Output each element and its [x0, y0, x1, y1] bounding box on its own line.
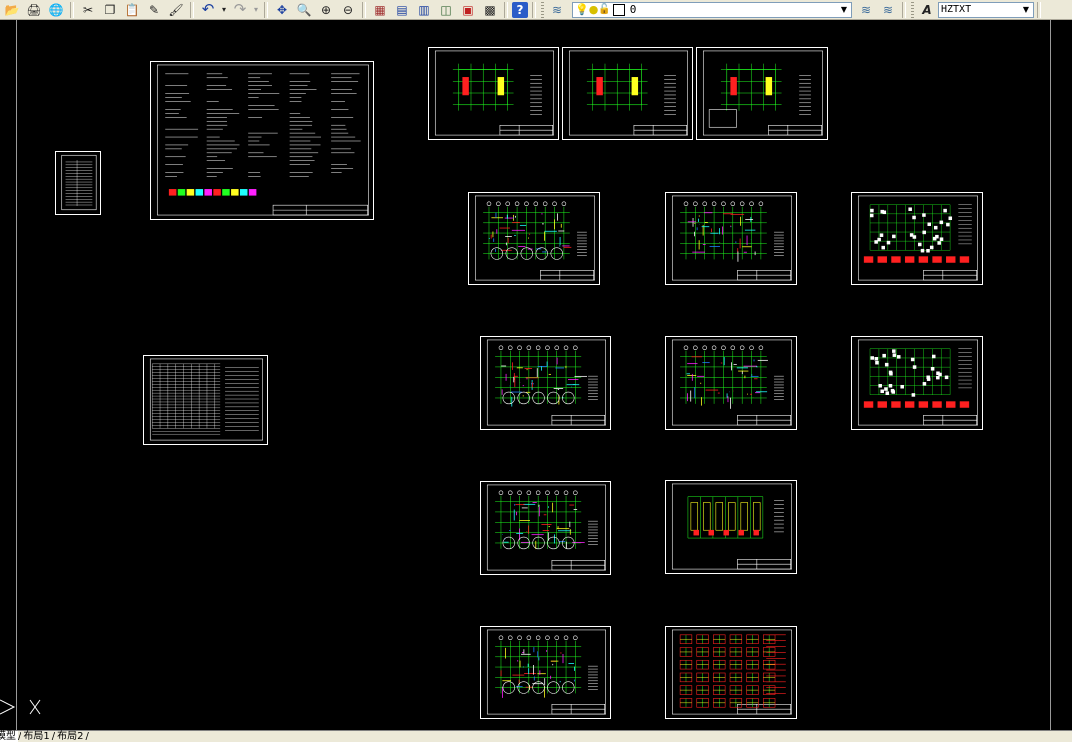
layer-previous-icon[interactable]: ≋ [878, 1, 898, 19]
drawing-sheet-table[interactable] [143, 355, 268, 445]
sheet-drawing [434, 50, 554, 136]
zoom-realtime-icon[interactable]: 🔍 [294, 1, 314, 19]
toolbar-grip[interactable] [541, 1, 544, 18]
sheet-drawing [671, 629, 792, 715]
copy-icon[interactable]: ❐ [100, 1, 120, 19]
toolbar-separator [264, 1, 268, 18]
zoom-previous-icon[interactable]: ⊖ [338, 1, 358, 19]
sheet-drawing [702, 50, 823, 136]
markup-icon[interactable]: ▣ [458, 1, 478, 19]
chevron-down-icon[interactable]: ▼ [839, 5, 849, 14]
toolbar-separator [902, 1, 906, 18]
toolbar-separator [1037, 1, 1041, 18]
sheet-set-icon[interactable]: ◫ [436, 1, 456, 19]
text-style-dropdown[interactable]: HZTXT ▼ [938, 1, 1034, 18]
color-swatch [612, 3, 625, 16]
viewport-left-border [16, 20, 17, 730]
standard-toolbar: 📂 🖨 🌐 ✂ ❐ 📋 ✎ 🖌 ↶ ▾ ↷ ▾ ✥ 🔍 ⊕ ⊖ ▦ ▤ ▥ ◫ … [0, 0, 1072, 20]
sheet-drawing [568, 50, 688, 136]
drawing-sheet-beam-plan[interactable] [665, 480, 797, 574]
drawing-sheet-floor-plan-1[interactable] [468, 192, 600, 285]
toolbar-separator [362, 1, 366, 18]
sheet-drawing [486, 339, 606, 426]
drawing-sheet-column-layout-2[interactable] [851, 336, 983, 430]
drawing-sheet-column-layout-1[interactable] [851, 192, 983, 285]
sheet-drawing [671, 339, 792, 426]
toolbar-grip[interactable] [911, 1, 914, 18]
lightbulb-on-icon: 💡 [575, 3, 589, 16]
sheet-drawing [857, 195, 978, 281]
redo-dropdown-icon[interactable]: ▾ [252, 1, 260, 19]
chevron-down-icon[interactable]: ▼ [1021, 5, 1031, 14]
brush-icon[interactable]: 🖌 [166, 1, 186, 19]
sheet-drawing [671, 195, 792, 281]
drawing-sheet-index[interactable] [55, 151, 101, 215]
properties-icon[interactable]: ▦ [370, 1, 390, 19]
toolbar-separator [70, 1, 74, 18]
toolbar-separator [190, 1, 194, 18]
drawing-sheet-small-plan-2[interactable] [562, 47, 693, 140]
text-style-icon[interactable]: A [917, 1, 937, 19]
sheet-drawing [486, 629, 606, 715]
toolbar-separator [532, 1, 536, 18]
drawing-sheet-small-plan-3[interactable] [696, 47, 828, 140]
current-text-style: HZTXT [941, 4, 972, 15]
cut-icon[interactable]: ✂ [78, 1, 98, 19]
drawing-sheet-floor-plan-6[interactable] [480, 626, 611, 719]
sun-icon: ● [588, 3, 599, 16]
design-center-icon[interactable]: ▤ [392, 1, 412, 19]
open-icon[interactable]: 📂 [2, 1, 22, 19]
help-icon[interactable]: ? [512, 1, 528, 18]
redo-icon[interactable]: ↷ [230, 1, 250, 19]
sheet-drawing [671, 483, 792, 570]
sheet-drawing [857, 339, 978, 426]
paste-icon[interactable]: 📋 [122, 1, 142, 19]
tab-divider: / [85, 731, 89, 742]
sheet-drawing [149, 358, 263, 441]
calculator-icon[interactable]: ▩ [480, 1, 500, 19]
layer-properties-icon[interactable]: ≋ [547, 1, 567, 19]
undo-dropdown-icon[interactable]: ▾ [220, 1, 228, 19]
drawing-sheet-floor-plan-2[interactable] [665, 192, 797, 285]
zoom-window-icon[interactable]: ⊕ [316, 1, 336, 19]
match-properties-icon[interactable]: ✎ [144, 1, 164, 19]
lock-icon: 🔓 [598, 4, 611, 15]
sheet-drawing [486, 484, 606, 571]
sheet-drawing [157, 64, 369, 216]
drawing-sheet-details[interactable] [665, 626, 797, 719]
drawing-sheet-floor-plan-4[interactable] [665, 336, 797, 430]
model-space-canvas[interactable] [0, 20, 1072, 730]
vertical-scrollbar[interactable] [1051, 20, 1072, 730]
sheet-drawing [474, 195, 595, 281]
undo-icon[interactable]: ↶ [198, 1, 218, 19]
tab-layout1[interactable]: 布局1 [21, 731, 52, 742]
tab-model[interactable]: 模型 [0, 731, 18, 742]
sheet-drawing [61, 154, 97, 211]
toolbar-separator [504, 1, 508, 18]
pan-icon[interactable]: ✥ [272, 1, 292, 19]
ucs-icon [0, 699, 41, 715]
tool-palettes-icon[interactable]: ▥ [414, 1, 434, 19]
tab-layout2[interactable]: 布局2 [55, 731, 86, 742]
drawing-sheet-general-notes[interactable] [150, 61, 374, 220]
current-layer-name: 0 [629, 3, 637, 16]
layer-dropdown[interactable]: 💡 ● 🔓 0 ▼ [572, 1, 852, 18]
drawing-sheet-floor-plan-5[interactable] [480, 481, 611, 575]
layout-tabs: 模型 / 布局1 / 布局2 / [0, 730, 1072, 742]
drawing-sheet-small-plan-1[interactable] [428, 47, 559, 140]
drawing-sheet-floor-plan-3[interactable] [480, 336, 611, 430]
publish-icon[interactable]: 🖨 [24, 1, 44, 19]
globe-icon[interactable]: 🌐 [46, 1, 66, 19]
make-layer-current-icon[interactable]: ≋ [856, 1, 876, 19]
